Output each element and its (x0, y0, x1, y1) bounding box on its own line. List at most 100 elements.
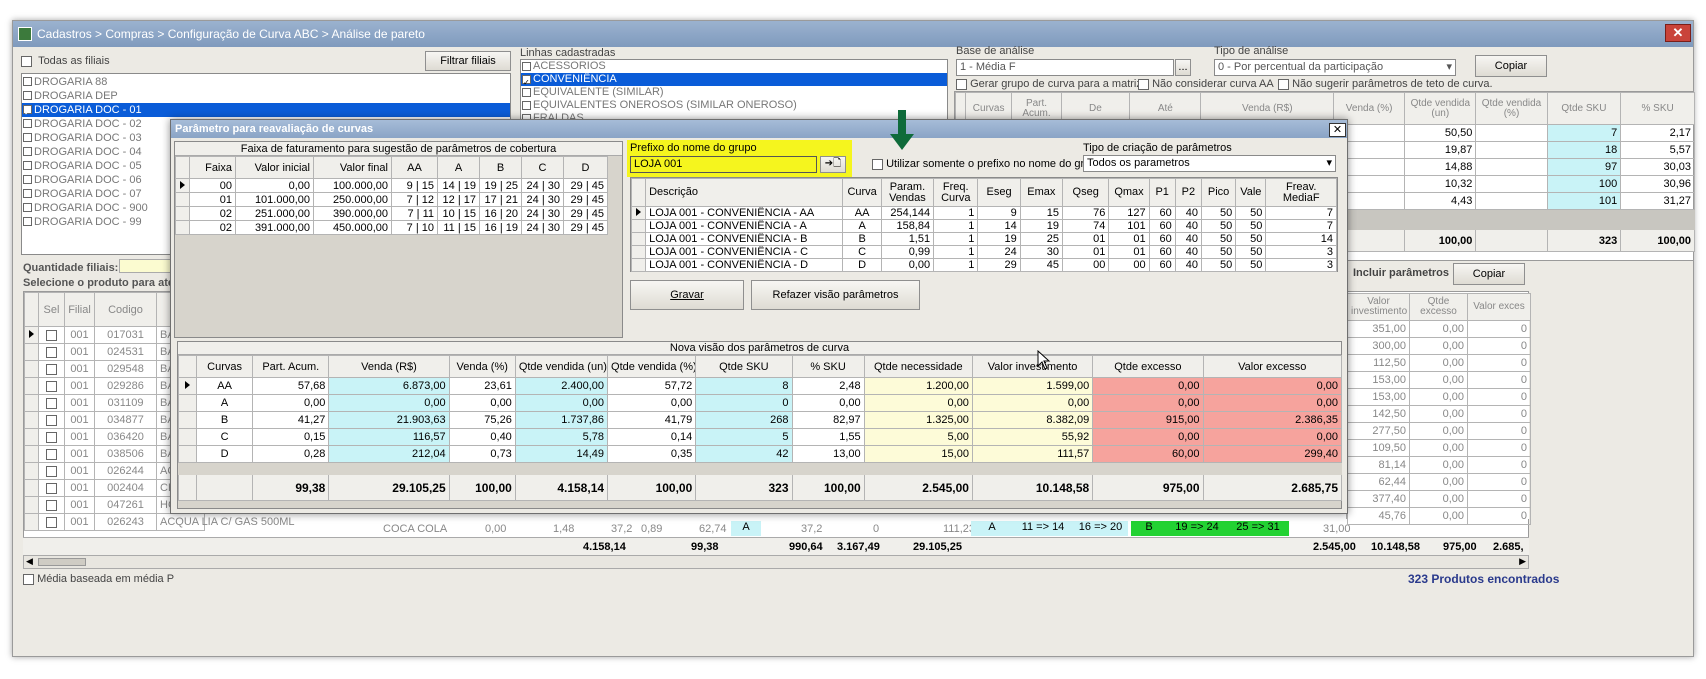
table-cell[interactable]: 1 (933, 232, 979, 246)
filial-list-item[interactable]: ✓ DROGARIA DOC - 01 (22, 103, 510, 117)
nova-row[interactable]: B 41,27 21.903,63 75,26 1.737,86 41,79 268 82,9… (177, 411, 1343, 429)
table-cell[interactable]: AA (842, 206, 882, 220)
params-row[interactable]: LOJA 001 - CONVENIÊNCIA - A A 158,84 1 14 19 7… (630, 219, 1337, 233)
table-cell[interactable]: 60 (1148, 219, 1176, 233)
sel-checkbox[interactable] (46, 346, 57, 358)
table-cell[interactable]: 24 | 30 (521, 192, 564, 207)
sel-checkbox[interactable] (46, 482, 57, 494)
table-cell[interactable]: 11 | 15 (437, 220, 480, 235)
table-cell[interactable]: 40 (1174, 206, 1202, 220)
nova-row[interactable]: A 0,00 0,00 0,00 0,00 0,00 0 0,00 0,00 0,00 0,00 0,… (177, 394, 1343, 412)
nao-sugerir-option[interactable]: Não sugerir parâmetros de teto de curva. (1278, 78, 1493, 90)
base-analise-lookup-button[interactable]: ... (1175, 59, 1191, 76)
checkbox[interactable] (23, 175, 32, 184)
gerar-grupo-option[interactable]: Gerar grupo de curva para a matriz (956, 78, 1142, 90)
table-cell[interactable]: 1 (933, 219, 979, 233)
table-cell[interactable]: 50 (1200, 258, 1237, 272)
sel-checkbox[interactable] (46, 431, 57, 443)
table-cell[interactable]: 12 | 17 (437, 192, 480, 207)
checkbox[interactable] (522, 88, 531, 97)
table-cell[interactable]: 50 (1235, 206, 1267, 220)
table-cell[interactable]: 00 (1062, 258, 1110, 272)
checkbox[interactable] (23, 91, 32, 100)
checkbox[interactable] (23, 217, 32, 226)
linha-list-item[interactable]: ✓ CONVENIÊNCIA (521, 73, 947, 87)
table-cell[interactable]: 14 | 19 (437, 178, 480, 193)
horizontal-scrollbar[interactable]: ◀ ▶ (23, 555, 1529, 569)
linhas-list[interactable]: ACESSORIOS ✓ CONVENIÊNCIA EQUIVALENTE (SIMI… (520, 59, 948, 124)
prefixo-input[interactable]: LOJA 001 (630, 156, 817, 173)
scroll-right-icon[interactable]: ▶ (1519, 556, 1526, 567)
table-cell[interactable]: 7 | 10 (391, 220, 438, 235)
table-cell[interactable]: 60 (1148, 258, 1176, 272)
media-option[interactable]: Média baseada em média P (23, 573, 174, 585)
table-cell[interactable]: 0,00 (880, 258, 935, 272)
sel-checkbox[interactable] (46, 380, 57, 392)
filial-list-item[interactable]: DROGARIA 88 (22, 75, 510, 89)
faixa-row[interactable]: 00 0,00 100.000,00 9 | 15 14 | 19 19 | 25 24 |… (175, 178, 608, 193)
table-cell[interactable]: B (842, 232, 882, 246)
table-cell[interactable]: 7 (1265, 206, 1337, 220)
table-cell[interactable]: 02 (189, 206, 236, 221)
table-cell[interactable]: 17 | 21 (479, 192, 522, 207)
copiar-top-button[interactable]: Copiar (1475, 55, 1547, 77)
faixa-row[interactable]: 02 251.000,00 390.000,00 7 | 11 10 | 15 16 | … (175, 206, 608, 221)
table-cell[interactable]: 15 (1019, 206, 1064, 220)
table-cell[interactable]: 9 | 15 (391, 178, 438, 193)
table-cell[interactable]: 7 | 11 (391, 206, 438, 221)
table-cell[interactable]: 1 (933, 258, 979, 272)
table-cell[interactable]: 50 (1235, 232, 1267, 246)
table-cell[interactable]: LOJA 001 - CONVENIÊNCIA - A (645, 219, 844, 233)
table-cell[interactable]: 74 (1062, 219, 1110, 233)
faixa-row[interactable]: 01 101.000,00 250.000,00 7 | 12 12 | 17 17 | … (175, 192, 608, 207)
table-cell[interactable]: 25 (1019, 232, 1064, 246)
table-cell[interactable]: 50 (1235, 245, 1267, 259)
sel-checkbox[interactable] (46, 414, 57, 426)
table-cell[interactable]: 50 (1200, 245, 1237, 259)
table-cell[interactable]: 29 | 45 (563, 206, 608, 221)
apply-prefix-button[interactable]: ➔🗋 (820, 156, 846, 173)
table-cell[interactable]: LOJA 001 - CONVENIÊNCIA - C (645, 245, 844, 259)
table-cell[interactable]: 101.000,00 (235, 192, 314, 207)
nova-row[interactable]: AA 57,68 6.873,00 23,61 2.400,00 57,72 8 2,48 1.… (177, 377, 1343, 395)
linha-list-item[interactable]: ACESSORIOS (521, 60, 947, 73)
table-cell[interactable]: 450.000,00 (313, 220, 392, 235)
table-cell[interactable]: 24 | 30 (521, 178, 564, 193)
sel-checkbox[interactable] (46, 397, 57, 409)
table-cell[interactable]: 29 | 45 (563, 178, 608, 193)
checkbox[interactable] (23, 77, 32, 86)
table-cell[interactable]: 158,84 (880, 219, 935, 233)
gravar-button[interactable]: Gravar (630, 280, 744, 310)
table-cell[interactable]: 10 | 15 (437, 206, 480, 221)
table-cell[interactable]: 16 | 20 (479, 206, 522, 221)
table-cell[interactable]: 02 (189, 220, 236, 235)
table-cell[interactable]: 01 (1062, 245, 1110, 259)
checkmark-icon[interactable]: ✓ (23, 105, 32, 117)
table-cell[interactable]: 24 | 30 (521, 220, 564, 235)
nova-row[interactable]: D 0,28 212,04 0,73 14,49 0,35 42 13,00 15,00 111,… (177, 445, 1343, 463)
table-cell[interactable]: 29 | 45 (563, 192, 608, 207)
table-cell[interactable]: 01 (189, 192, 236, 207)
todas-filiais-checkbox[interactable] (21, 55, 32, 67)
checkbox[interactable] (522, 101, 531, 110)
checkbox[interactable] (23, 119, 32, 128)
table-cell[interactable]: 29 | 45 (563, 220, 608, 235)
table-cell[interactable]: 29 (977, 258, 1021, 272)
sel-checkbox[interactable] (46, 499, 57, 511)
table-cell[interactable]: 50 (1200, 219, 1237, 233)
checkbox[interactable] (23, 203, 32, 212)
table-cell[interactable]: 1 (933, 245, 979, 259)
params-row[interactable]: LOJA 001 - CONVENIÊNCIA - B B 1,51 1 19 25 01 0… (630, 232, 1337, 246)
table-cell[interactable]: 7 (1265, 219, 1337, 233)
table-cell[interactable]: 01 (1062, 232, 1110, 246)
table-cell[interactable]: 50 (1235, 258, 1267, 272)
table-cell[interactable]: 60 (1148, 245, 1176, 259)
table-cell[interactable]: 50 (1200, 232, 1237, 246)
table-cell[interactable]: 391.000,00 (235, 220, 314, 235)
table-cell[interactable]: 24 | 30 (521, 206, 564, 221)
table-cell[interactable]: 40 (1174, 219, 1202, 233)
checkbox[interactable] (522, 62, 531, 71)
table-cell[interactable]: LOJA 001 - CONVENIÊNCIA - D (645, 258, 844, 272)
table-cell[interactable]: 40 (1174, 258, 1202, 272)
table-cell[interactable]: 40 (1174, 232, 1202, 246)
